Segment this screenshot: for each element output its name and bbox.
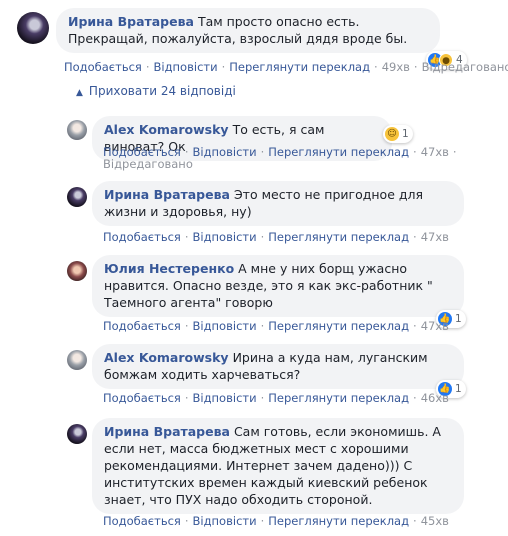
comment-actions: Подобається · Відповісти · Переглянути перек… (103, 319, 449, 333)
reaction-summary[interactable]: ☺ 1 (383, 125, 413, 143)
separator-dot: · (260, 514, 265, 528)
separator-dot: · (413, 60, 418, 74)
comment-bubble: Юлия Нестеренко А мне у них борщ ужасно … (92, 255, 464, 317)
separator-dot: · (413, 391, 417, 405)
comment-author[interactable]: Alex Komarowsky (104, 122, 229, 137)
comment-author[interactable]: Юлия Нестеренко (104, 261, 234, 276)
reaction-count: 1 (402, 128, 409, 140)
comment-author[interactable]: Ирина Вратарева (104, 424, 230, 439)
timestamp[interactable]: 49хв (382, 60, 410, 74)
comment-bubble: Ирина Вратарева Сам готовь, если экономи… (92, 418, 464, 514)
timestamp[interactable]: 46хв (421, 391, 449, 405)
separator-dot: · (413, 230, 417, 244)
hide-replies-label: Приховати 24 відповіді (88, 84, 236, 98)
reply-link[interactable]: Відповісти (193, 391, 257, 405)
comment-author[interactable]: Ирина Вратарева (68, 14, 194, 29)
reply-link[interactable]: Відповісти (193, 319, 257, 333)
avatar[interactable] (67, 261, 87, 281)
comment-bubble: Ирина Вратарева Там просто опасно есть. … (56, 8, 440, 53)
see-translation-link[interactable]: Переглянути переклад (268, 514, 409, 528)
comment-author[interactable]: Ирина Вратарева (104, 187, 230, 202)
reaction-count: 1 (455, 383, 462, 395)
comment-bubble: Ирина Вратарева Это место не пригодное д… (92, 181, 464, 226)
separator-dot: · (452, 145, 457, 159)
separator-dot: · (374, 60, 378, 74)
edited-label[interactable]: Відредаговано (422, 60, 508, 74)
comment-actions: Подобається · Відповісти · Переглянути перек… (103, 230, 449, 244)
comment-actions: Подобається · Відповісти · Переглянути перек… (64, 60, 508, 74)
comment-actions: Подобається · Відповісти · Переглянути перек… (103, 514, 449, 528)
avatar[interactable] (17, 12, 49, 44)
hide-replies-link[interactable]: ▲ Приховати 24 відповіді (76, 84, 236, 98)
comment-author[interactable]: Alex Komarowsky (104, 350, 229, 365)
see-translation-link[interactable]: Переглянути переклад (268, 319, 409, 333)
reply-link[interactable]: Відповісти (193, 145, 257, 159)
separator-dot: · (221, 60, 226, 74)
see-translation-link[interactable]: Переглянути переклад (229, 60, 370, 74)
separator-dot: · (413, 319, 417, 333)
separator-dot: · (184, 514, 189, 528)
like-link[interactable]: Подобається (64, 60, 142, 74)
avatar[interactable] (67, 187, 87, 207)
edited-label[interactable]: Відредаговано (103, 157, 193, 171)
separator-dot: · (184, 391, 189, 405)
comment-actions-continued: Відредаговано (103, 157, 193, 171)
comment-actions: Подобається · Відповісти · Переглянути перек… (103, 391, 449, 405)
like-link[interactable]: Подобається (103, 514, 181, 528)
like-link[interactable]: Подобається (103, 319, 181, 333)
separator-dot: · (184, 230, 189, 244)
like-link[interactable]: Подобається (103, 391, 181, 405)
timestamp[interactable]: 47хв (421, 230, 449, 244)
separator-dot: · (260, 391, 265, 405)
separator-dot: · (413, 514, 417, 528)
separator-dot: · (260, 230, 265, 244)
haha-icon: ☺ (385, 127, 399, 141)
separator-dot: · (260, 145, 265, 159)
like-link[interactable]: Подобається (103, 230, 181, 244)
reply-link[interactable]: Відповісти (193, 230, 257, 244)
timestamp[interactable]: 45хв (421, 514, 449, 528)
reply-link[interactable]: Відповісти (193, 514, 257, 528)
separator-dot: · (184, 319, 189, 333)
avatar[interactable] (67, 350, 87, 370)
avatar[interactable] (67, 424, 87, 444)
avatar[interactable] (67, 120, 87, 140)
comment-bubble: Alex Komarowsky Ирина а куда нам, луганс… (92, 344, 464, 389)
timestamp[interactable]: 47хв (421, 145, 449, 159)
separator-dot: · (260, 319, 265, 333)
reply-link[interactable]: Відповісти (154, 60, 218, 74)
chevron-up-icon: ▲ (76, 88, 83, 98)
reaction-count: 1 (455, 313, 462, 325)
separator-dot: · (413, 145, 417, 159)
see-translation-link[interactable]: Переглянути переклад (268, 391, 409, 405)
see-translation-link[interactable]: Переглянути переклад (268, 230, 409, 244)
timestamp[interactable]: 47хв (421, 319, 449, 333)
see-translation-link[interactable]: Переглянути переклад (268, 145, 409, 159)
separator-dot: · (145, 60, 150, 74)
